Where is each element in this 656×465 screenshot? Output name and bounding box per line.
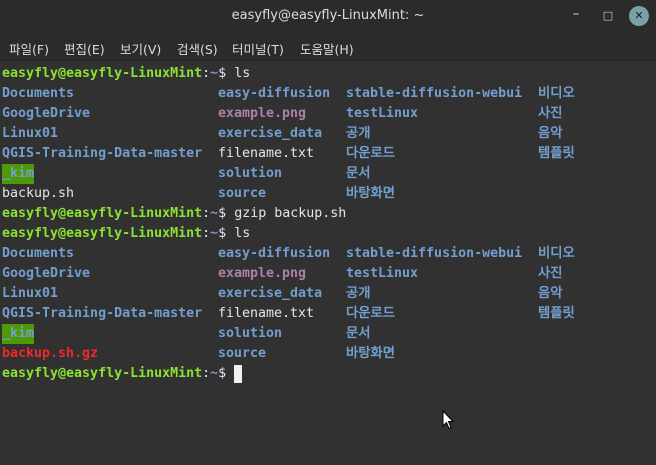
text-cursor [234, 365, 242, 383]
command-text: ls [234, 226, 251, 241]
menu-file[interactable]: 파일(F) [9, 39, 49, 58]
listing-entry: source [218, 186, 267, 201]
listing-entry: 다운로드 [346, 306, 395, 321]
listing-entry: 음악 [538, 286, 563, 301]
prompt-path: ~ [210, 366, 219, 381]
listing-entry: QGIS-Training-Data-master [2, 306, 203, 321]
close-button[interactable]: ✕ [629, 6, 649, 26]
prompt-symbol: $ [218, 366, 235, 381]
listing-entry: 바탕화면 [346, 186, 395, 201]
command-text: gzip backup.sh [234, 206, 347, 221]
listing-entry: 비디오 [538, 246, 575, 261]
listing-entry: GoogleDrive [2, 266, 91, 281]
prompt-line: easyfly@easyfly-LinuxMint:~$ ls [2, 224, 250, 244]
listing-entry: 사진 [538, 266, 563, 281]
command-text: ls [234, 66, 251, 81]
menu-bar: 파일(F) 편집(E) 보기(V) 검색(S) 터미널(T) 도움말(H) [0, 33, 656, 61]
listing-entry: 공개 [346, 126, 371, 141]
listing-entry: 문서 [346, 326, 371, 341]
prompt-user-host: easyfly@easyfly-LinuxMint [2, 226, 203, 241]
listing-entry: solution [218, 166, 283, 181]
listing-entry: Documents [2, 246, 75, 261]
prompt-separator: : [202, 366, 211, 381]
listing-entry: 비디오 [538, 86, 575, 101]
listing-entry: Linux01 [2, 126, 59, 141]
prompt-symbol: $ [218, 226, 235, 241]
listing-entry: GoogleDrive [2, 106, 91, 121]
listing-entry: exercise_data [218, 126, 323, 141]
prompt-separator: : [202, 226, 211, 241]
terminal-window: easyfly@easyfly-LinuxMint: ~ – □ ✕ 파일(F)… [0, 0, 656, 465]
listing-entry: 음악 [538, 126, 563, 141]
listing-entry: _kim [2, 324, 35, 344]
prompt-separator: : [202, 66, 211, 81]
menu-view[interactable]: 보기(V) [120, 39, 161, 58]
listing-entry: easy-diffusion [218, 246, 331, 261]
listing-entry: 템플릿 [538, 306, 575, 321]
prompt-line: easyfly@easyfly-LinuxMint:~$ [2, 364, 234, 384]
menu-edit[interactable]: 편집(E) [64, 39, 105, 58]
listing-entry: filename.txt [218, 306, 315, 321]
listing-entry: solution [218, 326, 283, 341]
prompt-path: ~ [210, 206, 219, 221]
listing-entry: 다운로드 [346, 146, 395, 161]
menu-terminal[interactable]: 터미널(T) [232, 39, 284, 58]
listing-entry: QGIS-Training-Data-master [2, 146, 203, 161]
listing-entry: Linux01 [2, 286, 59, 301]
listing-entry: 사진 [538, 106, 563, 121]
prompt-symbol: $ [218, 206, 235, 221]
listing-entry: backup.sh.gz [2, 346, 99, 361]
prompt-path: ~ [210, 226, 219, 241]
listing-entry: backup.sh [2, 186, 75, 201]
maximize-button[interactable]: □ [598, 6, 618, 26]
listing-entry: 템플릿 [538, 146, 575, 161]
minimize-button[interactable]: – [566, 6, 586, 26]
listing-entry: example.png [218, 106, 307, 121]
prompt-path: ~ [210, 66, 219, 81]
title-bar[interactable]: easyfly@easyfly-LinuxMint: ~ – □ ✕ [0, 0, 656, 33]
listing-entry: 문서 [346, 166, 371, 181]
listing-entry: source [218, 346, 267, 361]
listing-entry: 공개 [346, 286, 371, 301]
listing-entry: stable-diffusion-webui [346, 86, 523, 101]
prompt-symbol: $ [218, 66, 235, 81]
listing-entry: stable-diffusion-webui [346, 246, 523, 261]
listing-entry: exercise_data [218, 286, 323, 301]
prompt-user-host: easyfly@easyfly-LinuxMint [2, 366, 203, 381]
listing-entry: easy-diffusion [218, 86, 331, 101]
listing-entry: 바탕화면 [346, 346, 395, 361]
menu-help[interactable]: 도움말(H) [300, 39, 354, 58]
prompt-user-host: easyfly@easyfly-LinuxMint [2, 206, 203, 221]
listing-entry: filename.txt [218, 146, 315, 161]
menu-search[interactable]: 검색(S) [177, 39, 218, 58]
listing-entry: testLinux [346, 106, 419, 121]
terminal-output[interactable]: easyfly@easyfly-LinuxMint:~$ ls Documents… [0, 61, 656, 465]
prompt-separator: : [202, 206, 211, 221]
prompt-user-host: easyfly@easyfly-LinuxMint [2, 66, 203, 81]
window-title: easyfly@easyfly-LinuxMint: ~ [231, 8, 425, 23]
listing-entry: example.png [218, 266, 307, 281]
prompt-line: easyfly@easyfly-LinuxMint:~$ ls [2, 64, 250, 84]
listing-entry: testLinux [346, 266, 419, 281]
prompt-line: easyfly@easyfly-LinuxMint:~$ gzip backup… [2, 204, 346, 224]
listing-entry: _kim [2, 164, 35, 184]
mouse-pointer-icon [442, 410, 454, 430]
listing-entry: Documents [2, 86, 75, 101]
